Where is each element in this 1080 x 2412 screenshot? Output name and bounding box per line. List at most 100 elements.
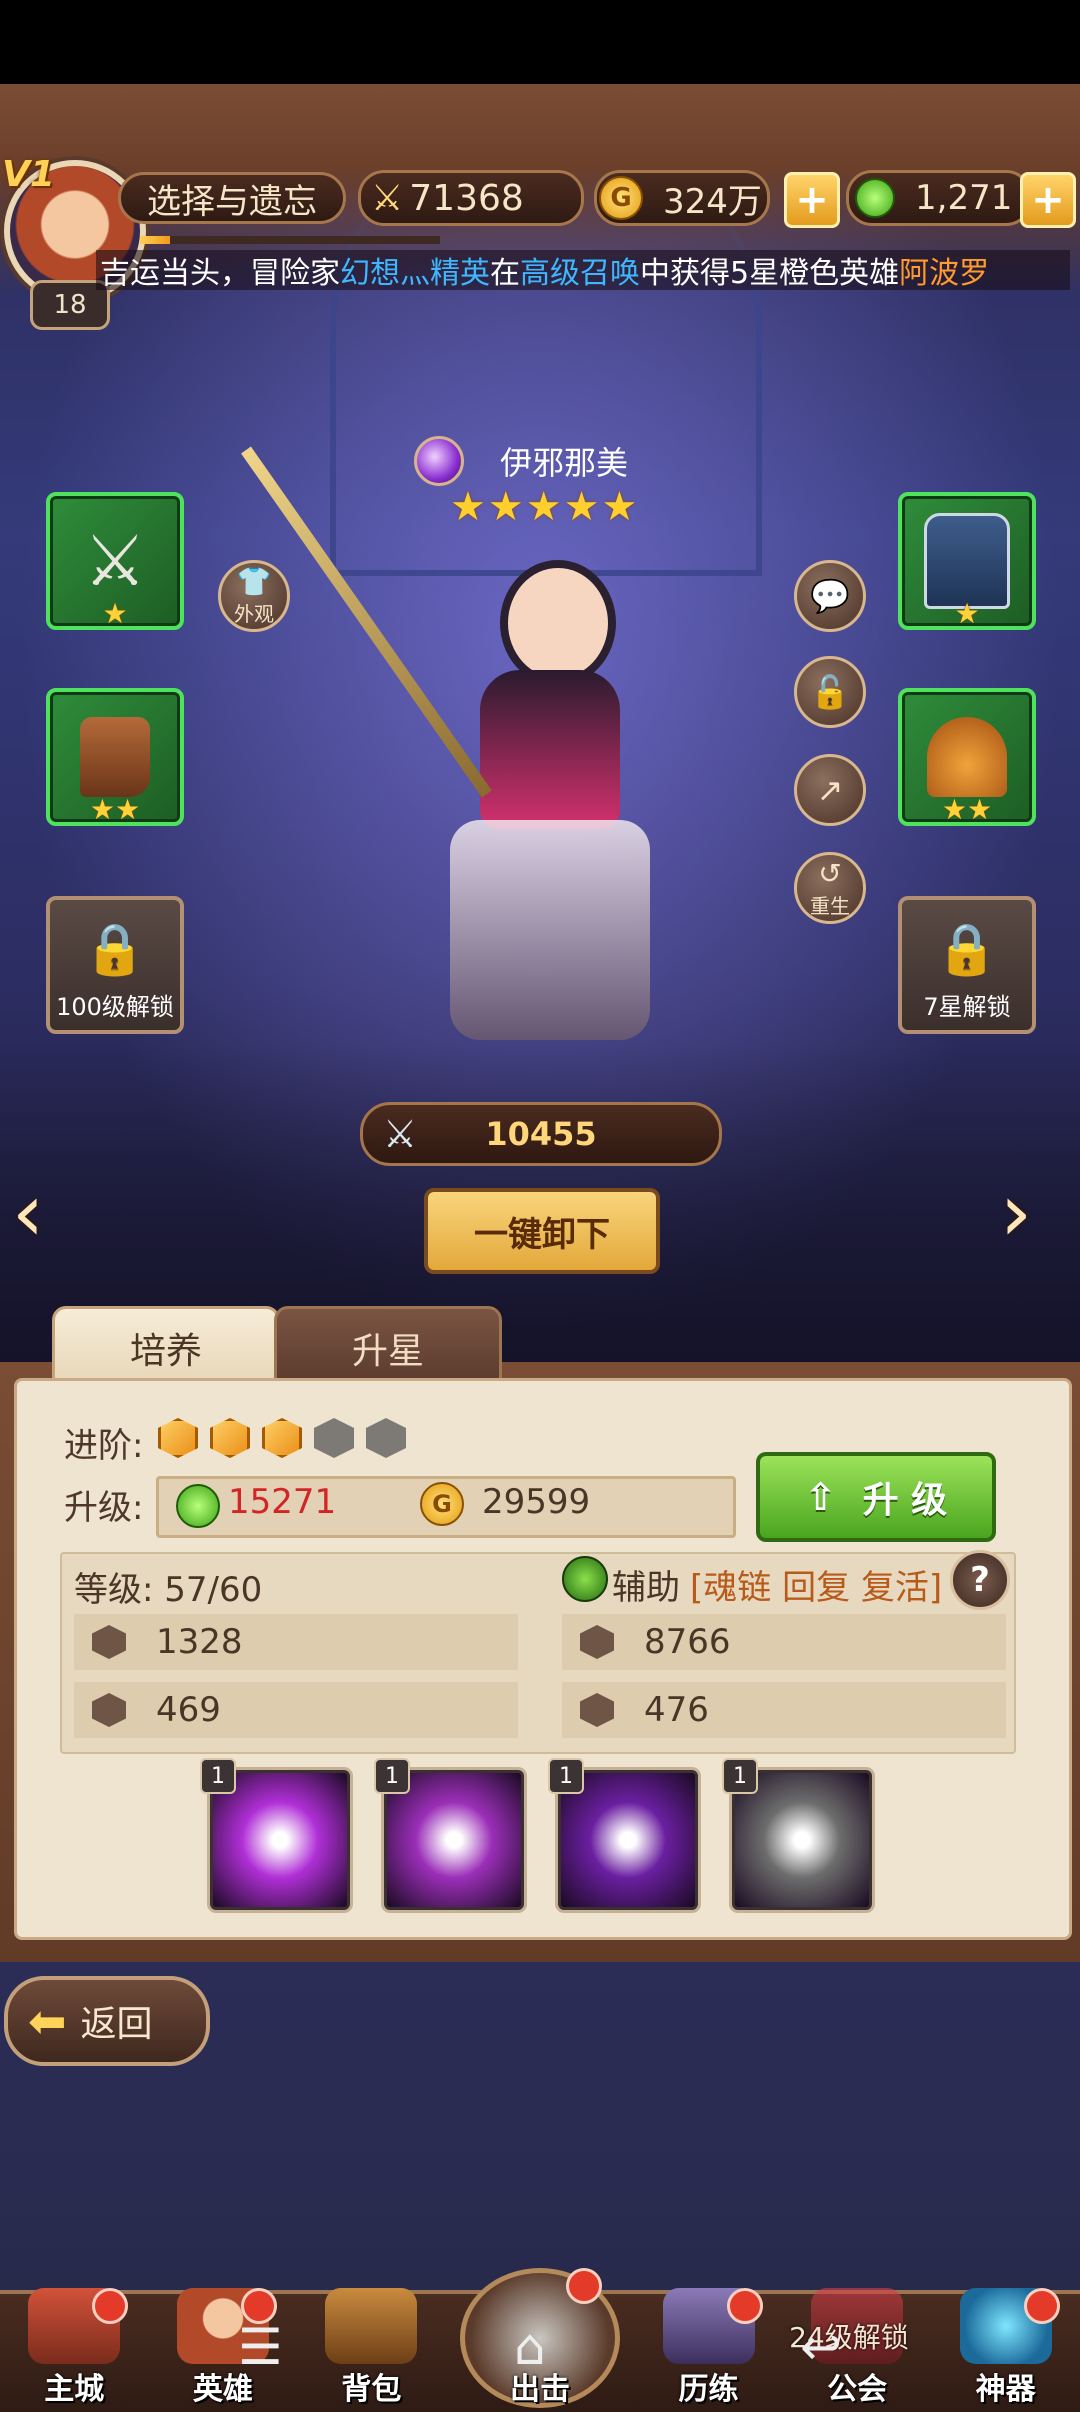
nav-backpack[interactable]: 背包 xyxy=(311,2288,431,2408)
advance-gem-icon xyxy=(210,1418,250,1458)
role-help-button[interactable]: ? xyxy=(950,1550,1010,1610)
weapon-slot[interactable]: ⚔ ★ xyxy=(46,492,184,630)
back-arrow-icon: ↩ xyxy=(800,2318,842,2376)
potion-display: 1,271 xyxy=(846,170,1032,226)
advance-gem-icon xyxy=(314,1418,354,1458)
helmet-slot[interactable]: ★★ xyxy=(898,688,1036,826)
armor-slot[interactable]: ★ xyxy=(898,492,1036,630)
marquee-prefix: 吉运当头，冒险家 xyxy=(100,256,340,291)
potion-icon xyxy=(176,1484,220,1528)
server-select-label: 选择与遗忘 xyxy=(147,181,317,222)
crossed-swords-icon: ⚔ xyxy=(371,177,404,219)
announcement-marquee: 吉运当头，冒险家 幻想灬精英在高级召唤 中获得5星橙色英雄 阿波罗 xyxy=(96,250,1070,291)
vip-badge: V1 xyxy=(2,154,55,195)
chevron-left-icon: ‹ xyxy=(12,1166,44,1259)
nav-main-city-label: 主城 xyxy=(44,2372,105,2407)
back-button[interactable]: ⬅ 返回 xyxy=(4,1976,210,2066)
skill-slot-2[interactable]: 1 xyxy=(374,1758,524,1910)
rebirth-button[interactable]: ↺ 重生 xyxy=(794,852,866,924)
skill-slot-3[interactable]: 1 xyxy=(548,1758,698,1910)
skin-button-label: 外观 xyxy=(234,602,274,626)
system-back-button[interactable]: ↩ xyxy=(800,2318,842,2376)
hero-power-bar: ⚔ 10455 xyxy=(360,1102,722,1166)
unlock-icon: 🔓 xyxy=(810,673,850,711)
hero-body xyxy=(480,670,620,830)
vest-icon xyxy=(924,513,1010,609)
tab-star-up-label: 升星 xyxy=(351,1331,424,1372)
skill-2-level: 1 xyxy=(374,1758,410,1794)
notification-dot xyxy=(726,2288,763,2324)
unequip-all-button[interactable]: 一键卸下 xyxy=(424,1188,660,1274)
home-button[interactable]: ⌂ xyxy=(514,2318,546,2376)
share-button[interactable]: ↗ xyxy=(794,754,866,826)
add-gold-button[interactable]: + xyxy=(784,172,840,228)
skill-slot-1[interactable]: 1 xyxy=(200,1758,350,1910)
unequip-all-label: 一键卸下 xyxy=(474,1214,610,1255)
nav-training[interactable]: 历练 xyxy=(649,2288,769,2408)
marquee-player: 幻想灬精英 xyxy=(340,256,490,291)
speed-icon xyxy=(580,1693,614,1727)
backpack-icon xyxy=(325,2288,418,2364)
plus-icon: + xyxy=(795,177,829,223)
arrow-left-icon: ⬅ xyxy=(28,1994,67,2048)
attack-icon xyxy=(92,1625,126,1659)
next-hero-arrow[interactable]: › xyxy=(1000,1166,1032,1259)
boots-icon xyxy=(80,717,150,797)
chat-button[interactable]: 💬 xyxy=(794,560,866,632)
hero-element-icon xyxy=(414,436,464,486)
nav-backpack-label: 背包 xyxy=(341,2372,402,2407)
skill-3-level: 1 xyxy=(548,1758,584,1794)
power-display: ⚔ 71368 xyxy=(358,170,584,226)
question-icon: ? xyxy=(970,1560,990,1600)
upgrade-button[interactable]: ⇧ 升 级 xyxy=(756,1452,996,1542)
status-bar xyxy=(0,0,1080,84)
upgrade-cost-potion: 15271 xyxy=(228,1482,337,1522)
player-exp-fill xyxy=(140,236,170,244)
sword-icon: ⚔ xyxy=(83,520,147,602)
helmet-icon xyxy=(927,717,1007,797)
tab-cultivate-label: 培养 xyxy=(129,1331,202,1372)
skin-button[interactable]: 👕 外观 xyxy=(218,560,290,632)
boots-slot[interactable]: ★★ xyxy=(46,688,184,826)
notification-dot xyxy=(92,2288,129,2324)
gold-display: G 324万 xyxy=(594,170,770,226)
lock-toggle-button[interactable]: 🔓 xyxy=(794,656,866,728)
locked-slot-level[interactable]: 🔒 100级解锁 xyxy=(46,896,184,1034)
stat-attack: 1328 xyxy=(74,1614,518,1670)
gold-value: 324万 xyxy=(663,181,762,222)
skill-slot-4[interactable]: 1 xyxy=(722,1758,872,1910)
server-select-button[interactable]: 选择与遗忘 xyxy=(118,172,346,224)
locked-slot-star-label: 7星解锁 xyxy=(923,993,1011,1021)
hero-level-text: 等级: 57/60 xyxy=(74,1570,263,1610)
upgrade-button-label: 升 级 xyxy=(862,1480,948,1521)
stat-defense: 469 xyxy=(74,1682,518,1738)
stat-hp-value: 8766 xyxy=(644,1622,731,1662)
notification-dot xyxy=(565,2268,602,2304)
shield-icon xyxy=(92,1693,126,1727)
advance-gem-icon xyxy=(366,1418,406,1458)
lock-icon: 🔒 xyxy=(935,920,999,978)
hero-role: 辅助 xyxy=(612,1568,680,1608)
gold-coin-icon: G xyxy=(420,1482,464,1526)
nav-main-city[interactable]: 主城 xyxy=(14,2288,134,2408)
hero-head xyxy=(500,560,616,686)
locked-slot-level-label: 100级解锁 xyxy=(56,993,174,1021)
crossed-swords-icon: ⚔ xyxy=(383,1112,418,1156)
nav-artifact[interactable]: 神器 xyxy=(946,2288,1066,2408)
prev-hero-arrow[interactable]: ‹ xyxy=(12,1166,44,1259)
skill-4-level: 1 xyxy=(722,1758,758,1794)
hero-name: 伊邪那美 xyxy=(500,444,629,482)
hero-power-value: 10455 xyxy=(485,1115,597,1153)
home-icon: ⌂ xyxy=(514,2318,546,2376)
stat-hp: 8766 xyxy=(562,1614,1006,1670)
rebirth-icon: ↺ xyxy=(818,857,842,890)
recent-apps-button[interactable]: ☰ xyxy=(238,2318,283,2376)
upgrade-label: 升级: xyxy=(64,1488,144,1528)
notification-dot xyxy=(1023,2288,1060,2324)
lock-icon: 🔒 xyxy=(83,920,147,978)
upgrade-cost-gold: 29599 xyxy=(482,1482,591,1522)
power-value: 71368 xyxy=(409,177,524,219)
marquee-hero: 阿波罗 xyxy=(899,256,990,291)
add-potion-button[interactable]: + xyxy=(1020,172,1076,228)
locked-slot-star[interactable]: 🔒 7星解锁 xyxy=(898,896,1036,1034)
